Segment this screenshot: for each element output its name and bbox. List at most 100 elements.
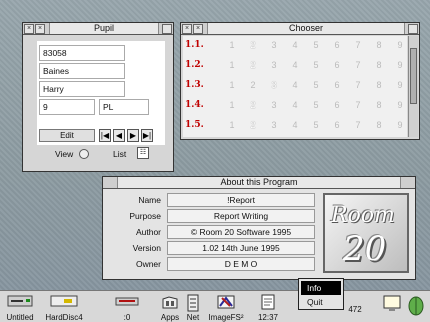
- chooser-option[interactable]: 1: [227, 40, 237, 50]
- chooser-option[interactable]: 1: [227, 60, 237, 70]
- close-icon[interactable]: ×: [35, 24, 45, 34]
- close-icon[interactable]: ×: [193, 24, 203, 34]
- toggle-size-icon[interactable]: [408, 24, 418, 34]
- chooser-option[interactable]: 5: [311, 40, 321, 50]
- clock[interactable]: 12:37: [252, 292, 284, 322]
- forename-field[interactable]: Harry: [39, 81, 125, 97]
- chooser-option[interactable]: 3: [269, 120, 279, 130]
- chooser-option[interactable]: 8: [374, 80, 384, 90]
- network-icon: [187, 294, 199, 312]
- chooser-option[interactable]: 4: [290, 40, 300, 50]
- imagefs[interactable]: ImageFS²: [204, 292, 248, 322]
- chooser-option[interactable]: 8: [374, 40, 384, 50]
- pupil-titlebar[interactable]: × × Pupil: [23, 23, 173, 35]
- about-window[interactable]: About this Program Name !Report Purpose …: [102, 176, 416, 280]
- chooser-option[interactable]: 3: [269, 80, 279, 90]
- chooser-option[interactable]: 4: [290, 120, 300, 130]
- chooser-option[interactable]: 1: [227, 100, 237, 110]
- chooser-option[interactable]: 8: [374, 60, 384, 70]
- chooser-option[interactable]: 7: [353, 100, 363, 110]
- chooser-option[interactable]: 7: [353, 60, 363, 70]
- about-row: Author © Room 20 Software 1995: [105, 225, 317, 240]
- last-record-icon[interactable]: ▶|: [141, 129, 153, 142]
- floppy-drive[interactable]: Untitled: [2, 292, 38, 322]
- task-manager[interactable]: [404, 292, 428, 322]
- chooser-option[interactable]: 2: [248, 80, 258, 90]
- chooser-scrollbar[interactable]: [408, 36, 418, 137]
- chooser-option[interactable]: 8: [374, 100, 384, 110]
- chooser-option[interactable]: 2: [248, 60, 258, 70]
- first-record-icon[interactable]: |◀: [99, 129, 111, 142]
- display-manager[interactable]: [380, 292, 404, 322]
- apps[interactable]: Apps: [156, 292, 184, 322]
- about-value: 1.02 14th June 1995: [167, 241, 315, 255]
- previous-record-icon[interactable]: ◀: [113, 129, 125, 142]
- chooser-option[interactable]: 7: [353, 40, 363, 50]
- menu-item-quit[interactable]: Quit: [301, 295, 341, 309]
- chooser-option[interactable]: 9: [395, 80, 405, 90]
- chooser-option[interactable]: 4: [290, 60, 300, 70]
- about-row: Version 1.02 14th June 1995: [105, 241, 317, 256]
- iconbar-label: 12:37: [257, 313, 279, 322]
- about-value: © Room 20 Software 1995: [167, 225, 315, 239]
- about-key: Author: [135, 227, 161, 237]
- iconbar-label: Apps: [160, 313, 180, 322]
- hard-disc[interactable]: HardDisc4: [40, 292, 88, 322]
- chooser-option[interactable]: 9: [395, 100, 405, 110]
- edit-button[interactable]: Edit: [39, 129, 95, 142]
- chooser-row-label: 1.1.: [185, 40, 204, 50]
- year-field[interactable]: 9: [39, 99, 95, 115]
- chooser-option[interactable]: 6: [332, 100, 342, 110]
- view-radio[interactable]: [79, 149, 89, 159]
- iconbar-label: Net: [186, 313, 200, 322]
- menu-item-info[interactable]: Info: [301, 281, 341, 295]
- group-field[interactable]: PL: [99, 99, 149, 115]
- chooser-option[interactable]: 8: [374, 120, 384, 130]
- iconbar-label: 472: [348, 305, 362, 314]
- chooser-row: 1.2. 1 2 3 4 5 6 7 8 9: [183, 57, 407, 77]
- imagefs-icon: [217, 295, 235, 309]
- free-memory[interactable]: 472: [342, 292, 368, 322]
- back-icon[interactable]: ×: [24, 24, 34, 34]
- back-icon[interactable]: ×: [182, 24, 192, 34]
- iconbar-menu[interactable]: Info Quit: [298, 278, 344, 310]
- pupil-window[interactable]: × × Pupil 83058 Baines Harry 9 PL Edit |…: [22, 22, 174, 172]
- chooser-option[interactable]: 9: [395, 120, 405, 130]
- chooser-row: 1.3. 1 2 3 4 5 6 7 8 9: [183, 77, 407, 97]
- chooser-option[interactable]: 7: [353, 120, 363, 130]
- about-titlebar[interactable]: About this Program: [103, 177, 415, 189]
- chooser-titlebar[interactable]: × × Chooser: [181, 23, 419, 35]
- chooser-option[interactable]: 9: [395, 40, 405, 50]
- chooser-option[interactable]: 5: [311, 80, 321, 90]
- chooser-option[interactable]: 4: [290, 80, 300, 90]
- chooser-option[interactable]: 1: [227, 80, 237, 90]
- net[interactable]: Net: [182, 292, 204, 322]
- surname-field[interactable]: Baines: [39, 63, 125, 79]
- chooser-option[interactable]: 5: [311, 120, 321, 130]
- chooser-option[interactable]: 2: [248, 100, 258, 110]
- chooser-option[interactable]: 3: [269, 40, 279, 50]
- scrollbar-thumb[interactable]: [410, 48, 417, 104]
- chooser-option[interactable]: 3: [269, 60, 279, 70]
- chooser-option[interactable]: 2: [248, 40, 258, 50]
- chooser-window[interactable]: × × Chooser 1.1. 1 2 3 4 5 6 7 8 9 1.2. 1 2 3 4 5 6 7 8 9 1.…: [180, 22, 420, 140]
- pupil-id-field[interactable]: 83058: [39, 45, 125, 61]
- chooser-option[interactable]: 6: [332, 120, 342, 130]
- chooser-option[interactable]: 5: [311, 100, 321, 110]
- toggle-size-icon[interactable]: [162, 24, 172, 34]
- about-value: D E M O: [167, 257, 315, 271]
- chooser-option[interactable]: 6: [332, 60, 342, 70]
- chooser-option[interactable]: 1: [227, 120, 237, 130]
- chooser-option[interactable]: 4: [290, 100, 300, 110]
- chooser-option[interactable]: 9: [395, 60, 405, 70]
- room20-logo: Room 20: [323, 193, 409, 273]
- chooser-option[interactable]: 5: [311, 60, 321, 70]
- list-icon[interactable]: ☷: [137, 147, 149, 159]
- chooser-option[interactable]: 7: [353, 80, 363, 90]
- ram-disc[interactable]: :0: [114, 292, 140, 322]
- next-record-icon[interactable]: ▶: [127, 129, 139, 142]
- chooser-option[interactable]: 6: [332, 40, 342, 50]
- chooser-option[interactable]: 2: [248, 120, 258, 130]
- chooser-option[interactable]: 6: [332, 80, 342, 90]
- chooser-option[interactable]: 3: [269, 100, 279, 110]
